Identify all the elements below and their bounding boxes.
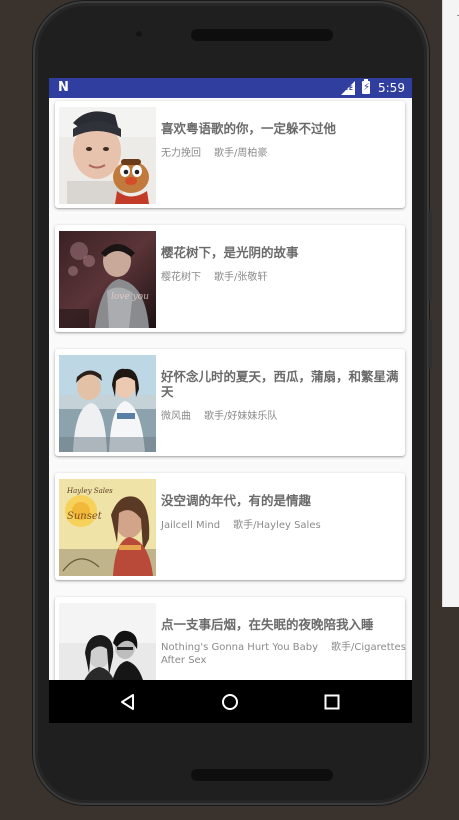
phone-screen: N LTE ⚡ 5:59 喜欢粤语歌的你，一定躲不过他 无力挽回 歌手/周柏豪 …: [49, 78, 412, 723]
earpiece-speaker: [191, 29, 333, 41]
song-list[interactable]: 喜欢粤语歌的你，一定躲不过他 无力挽回 歌手/周柏豪 love you 樱花树下…: [49, 98, 412, 680]
back-icon[interactable]: [118, 692, 138, 712]
song-artist: 歌手/周柏豪: [214, 148, 268, 159]
song-card[interactable]: 喜欢粤语歌的你，一定躲不过他 无力挽回 歌手/周柏豪: [55, 101, 405, 208]
battery-charging-icon: ⚡: [362, 79, 371, 94]
song-card-meta: Jailcell Mind 歌手/Hayley Sales: [161, 519, 406, 532]
song-name: Jailcell Mind: [161, 520, 221, 531]
song-card-title: 樱花树下，是光阴的故事: [161, 245, 299, 260]
status-bar: N LTE ⚡ 5:59: [49, 78, 412, 98]
song-card-title: 好怀念儿时的夏天，西瓜，蒲扇，和繁星满天: [161, 369, 399, 399]
cover-dark-portrait: love you: [59, 231, 156, 328]
song-card[interactable]: Hayley Sales Sunset 没空调的年代，有的是情趣 Jailcel…: [55, 473, 405, 580]
song-card-meta: 微风曲 歌手/好妹妹乐队: [161, 410, 406, 423]
network-type-label: LTE: [342, 85, 354, 92]
song-name: 无力挽回: [161, 148, 201, 159]
app-notification-icon: N: [58, 80, 69, 95]
svg-text:Hayley Sales: Hayley Sales: [66, 487, 113, 495]
cover-two-students: [59, 355, 156, 452]
svg-text:Sunset: Sunset: [67, 511, 103, 522]
home-icon[interactable]: [220, 692, 240, 712]
cover-hayley-sales: Hayley Sales Sunset: [59, 479, 156, 576]
song-card-meta: 樱花树下 歌手/张敬轩: [161, 271, 406, 284]
cover-boy-with-puppet: [59, 107, 156, 204]
power-button[interactable]: [428, 319, 432, 369]
volume-button[interactable]: [428, 211, 432, 301]
song-card[interactable]: 点一支事后烟，在失眠的夜晚陪我入睡 Nothing's Gonna Hurt Y…: [55, 597, 406, 680]
front-camera-icon: [134, 29, 144, 39]
cover-black-white-couple: [59, 603, 156, 680]
bottom-speaker: [191, 769, 333, 781]
song-card-meta: Nothing's Gonna Hurt You Baby 歌手/Cigarett…: [161, 641, 406, 667]
song-card[interactable]: love you 樱花树下，是光阴的故事 樱花树下 歌手/张敬轩: [55, 225, 405, 332]
song-name: 微风曲: [161, 411, 191, 422]
song-card-title: 点一支事后烟，在失眠的夜晚陪我入睡: [161, 617, 374, 632]
song-artist: 歌手/Hayley Sales: [233, 520, 321, 531]
song-card[interactable]: 好怀念儿时的夏天，西瓜，蒲扇，和繁星满天 微风曲 歌手/好妹妹乐队: [55, 349, 405, 456]
song-artist: 歌手/张敬轩: [214, 272, 268, 283]
status-time: 5:59: [378, 81, 405, 95]
song-card-meta: 无力挽回 歌手/周柏豪: [161, 147, 406, 160]
svg-text:love you: love you: [111, 292, 149, 302]
song-artist: 歌手/好妹妹乐队: [204, 411, 278, 422]
background-window: [442, 0, 459, 607]
song-name: 樱花树下: [161, 272, 201, 283]
song-card-title: 喜欢粤语歌的你，一定躲不过他: [161, 121, 337, 136]
navigation-bar: [49, 680, 412, 723]
recents-icon[interactable]: [322, 692, 342, 712]
song-name: Nothing's Gonna Hurt You Baby: [161, 642, 319, 653]
song-card-title: 没空调的年代，有的是情趣: [161, 493, 312, 508]
